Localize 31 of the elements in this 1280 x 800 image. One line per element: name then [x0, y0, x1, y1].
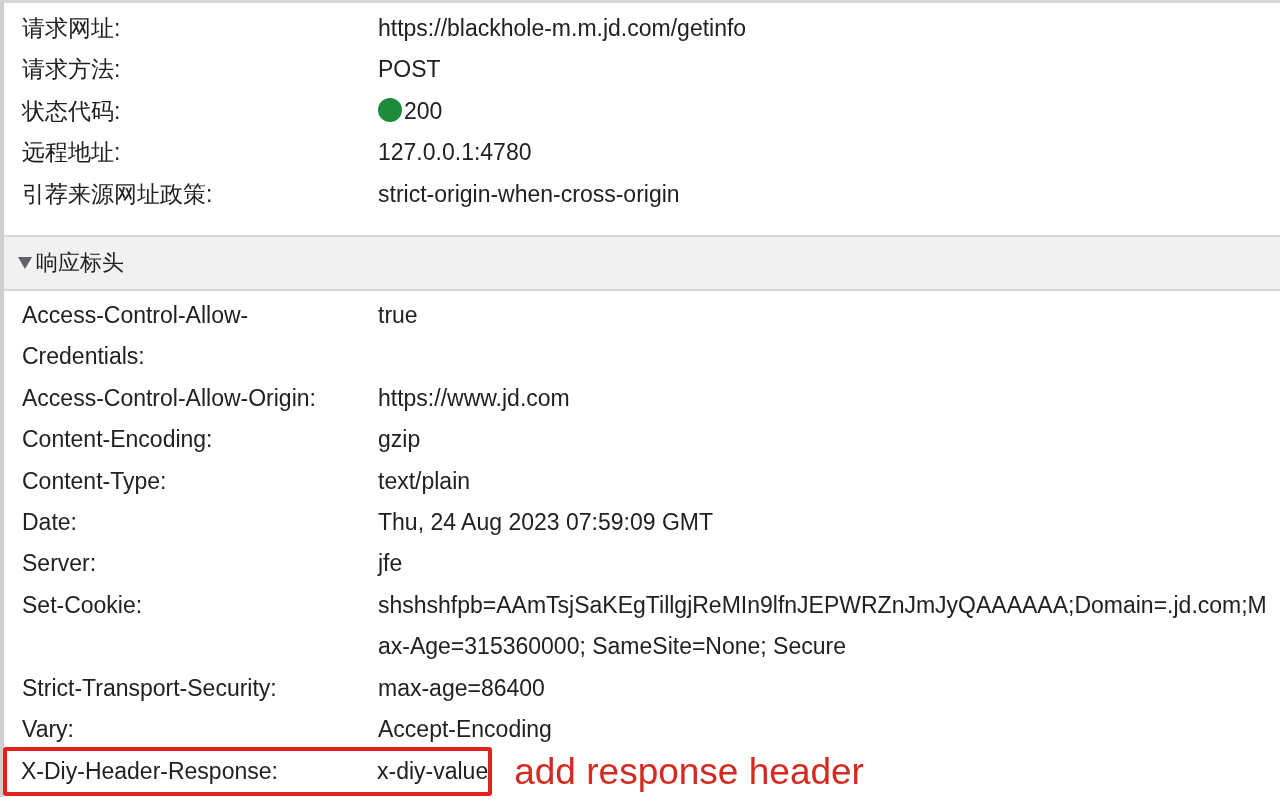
header-value: 200: [378, 90, 1280, 133]
header-name: Server:: [22, 549, 98, 579]
header-value: true: [378, 301, 419, 331]
header-value: strict-origin-when-cross-origin: [378, 179, 681, 209]
header-name: 引荐来源网址政策:: [22, 179, 214, 209]
header-name: Set-Cookie:: [22, 590, 144, 620]
header-value: Accept-Encoding: [378, 715, 553, 745]
header-value: POST: [378, 55, 442, 85]
header-name: 请求方法:: [22, 55, 122, 85]
header-value: https://blackhole-m.m.jd.com/getinfo: [378, 14, 748, 43]
header-name: Strict-Transport-Security:: [22, 673, 278, 703]
header-name: 状态代码:: [22, 96, 122, 126]
header-name: Date:: [22, 508, 78, 538]
annotation-text: add response header: [514, 750, 864, 793]
header-value: Thu, 24 Aug 2023 07:59:09 GMT: [378, 508, 714, 538]
header-name: Access-Control-Allow-Origin:: [22, 383, 317, 413]
header-name: Content-Type:: [22, 466, 168, 496]
header-name: X-Diy-Header-Response:: [21, 756, 279, 786]
header-value: https://www.jd.com: [378, 383, 571, 413]
header-value: gzip: [378, 425, 422, 455]
header-value: x-diy-value: [377, 756, 489, 786]
section-header[interactable]: 响应标头: [4, 235, 1280, 292]
header-value: text/plain: [378, 466, 472, 496]
header-value: max-age=86400: [378, 673, 546, 703]
header-name: Content-Encoding:: [22, 425, 214, 455]
header-name: Vary:: [22, 715, 75, 745]
header-name: 请求网址:: [22, 14, 122, 43]
header-value: 127.0.0.1:4780: [378, 138, 533, 168]
header-name: Access-Control-Allow-Credentials:: [22, 301, 250, 372]
header-name: 远程地址:: [22, 138, 122, 168]
header-value: jfe: [378, 549, 404, 579]
